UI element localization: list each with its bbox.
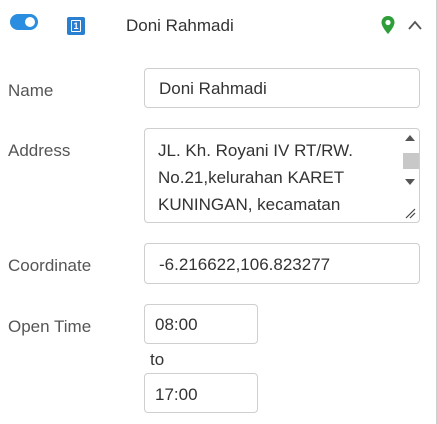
chevron-up-icon[interactable] (406, 18, 424, 32)
open-time-from-value: 08:00 (155, 315, 198, 334)
address-value: JL. Kh. Royani IV RT/RW. No.21,kelurahan… (158, 141, 353, 214)
toggle-knob (25, 17, 35, 27)
location-title: Doni Rahmadi (126, 16, 234, 35)
open-time-to-value: 17:00 (155, 385, 198, 404)
name-label: Name (8, 81, 54, 100)
coordinate-label: Coordinate (8, 256, 92, 275)
address-label: Address (8, 141, 71, 160)
number-badge: 1 (67, 17, 85, 35)
address-scrollbar[interactable] (403, 133, 419, 193)
open-time-from-input[interactable]: 08:00 (144, 304, 258, 344)
map-pin-icon[interactable] (380, 15, 396, 35)
address-textarea[interactable]: JL. Kh. Royani IV RT/RW. No.21,kelurahan… (144, 128, 420, 223)
open-time-to-input[interactable]: 17:00 (144, 373, 258, 413)
scroll-down-arrow-icon[interactable] (405, 179, 415, 185)
coordinate-input[interactable]: -6.216622,106.823277 (144, 243, 420, 284)
name-value: Doni Rahmadi (159, 79, 267, 98)
scroll-thumb[interactable] (403, 153, 419, 169)
badge-number: 1 (71, 20, 81, 32)
scroll-up-arrow-icon[interactable] (405, 135, 415, 141)
name-input[interactable]: Doni Rahmadi (144, 68, 420, 108)
coordinate-value: -6.216622,106.823277 (159, 255, 331, 274)
address-viewport: JL. Kh. Royani IV RT/RW. No.21,kelurahan… (145, 129, 395, 223)
open-time-label: Open Time (8, 317, 92, 336)
open-time-separator: to (150, 350, 165, 369)
visibility-toggle[interactable] (10, 14, 38, 30)
resize-grip-icon[interactable] (403, 206, 417, 220)
